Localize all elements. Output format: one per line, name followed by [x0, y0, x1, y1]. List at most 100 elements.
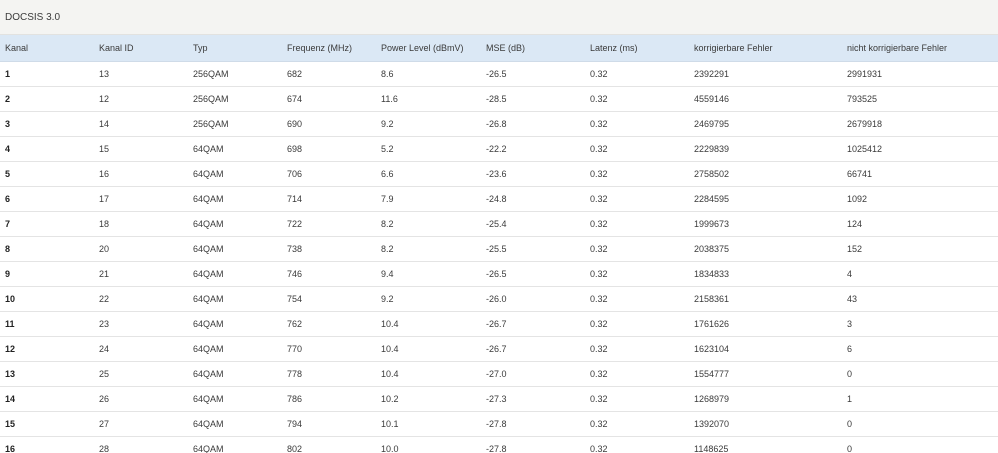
table-row: 11 23 64QAM 762 10.4 -26.7 0.32 1761626 3 — [0, 311, 998, 336]
cell-latenz: 0.32 — [590, 68, 608, 79]
cell-latenz: 0.32 — [590, 293, 608, 304]
cell-nicht-korrigierbare-fehler: 0 — [847, 443, 853, 453]
cell-typ: 256QAM — [193, 118, 229, 129]
cell-frequenz: 794 — [287, 418, 303, 429]
cell-kanal-id: 26 — [99, 393, 110, 404]
cell-kanal-id: 24 — [99, 343, 110, 354]
cell-frequenz: 682 — [287, 68, 303, 79]
cell-typ: 64QAM — [193, 218, 224, 229]
cell-korrigierbare-fehler: 1268979 — [694, 393, 730, 404]
cell-power-level: 10.0 — [381, 443, 399, 453]
cell-typ: 64QAM — [193, 168, 224, 179]
cell-kanal-id: 25 — [99, 368, 110, 379]
cell-latenz: 0.32 — [590, 368, 608, 379]
cell-power-level: 8.6 — [381, 68, 394, 79]
cell-mse: -26.7 — [486, 343, 507, 354]
cell-mse: -24.8 — [486, 193, 507, 204]
table-row: 3 14 256QAM 690 9.2 -26.8 0.32 2469795 2679918 — [0, 111, 998, 136]
cell-power-level: 9.2 — [381, 293, 394, 304]
cell-power-level: 10.4 — [381, 343, 399, 354]
cell-mse: -25.4 — [486, 218, 507, 229]
cell-mse: -25.5 — [486, 243, 507, 254]
cell-kanal-id: 14 — [99, 118, 110, 129]
cell-typ: 64QAM — [193, 443, 224, 453]
cell-latenz: 0.32 — [590, 143, 608, 154]
header-mse: MSE (dB) — [481, 35, 585, 62]
cell-kanal: 5 — [5, 168, 11, 179]
cell-nicht-korrigierbare-fehler: 2679918 — [847, 118, 883, 129]
table-row: 4 15 64QAM 698 5.2 -22.2 0.32 2229839 1025412 — [0, 136, 998, 161]
cell-korrigierbare-fehler: 4559146 — [694, 93, 730, 104]
cell-mse: -26.8 — [486, 118, 507, 129]
cell-nicht-korrigierbare-fehler: 1092 — [847, 193, 868, 204]
cell-power-level: 7.9 — [381, 193, 394, 204]
cell-korrigierbare-fehler: 1392070 — [694, 418, 730, 429]
cell-mse: -27.3 — [486, 393, 507, 404]
table-row: 14 26 64QAM 786 10.2 -27.3 0.32 1268979 1 — [0, 386, 998, 411]
table-row: 2 12 256QAM 674 11.6 -28.5 0.32 4559146 793525 — [0, 86, 998, 111]
cell-kanal: 10 — [5, 293, 16, 304]
cell-korrigierbare-fehler: 2392291 — [694, 68, 730, 79]
cell-nicht-korrigierbare-fehler: 43 — [847, 293, 858, 304]
table-row: 12 24 64QAM 770 10.4 -26.7 0.32 1623104 6 — [0, 336, 998, 361]
cell-power-level: 6.6 — [381, 168, 394, 179]
cell-kanal: 11 — [5, 318, 15, 329]
cell-kanal-id: 27 — [99, 418, 110, 429]
cell-latenz: 0.32 — [590, 193, 608, 204]
header-typ: Typ — [188, 35, 282, 62]
cell-mse: -26.5 — [486, 268, 507, 279]
cell-typ: 64QAM — [193, 368, 224, 379]
cell-frequenz: 778 — [287, 368, 303, 379]
cell-kanal: 6 — [5, 193, 11, 204]
cell-power-level: 10.1 — [381, 418, 399, 429]
cell-power-level: 11.6 — [381, 93, 398, 104]
cell-korrigierbare-fehler: 2158361 — [694, 293, 730, 304]
cell-kanal: 9 — [5, 268, 11, 279]
cell-typ: 256QAM — [193, 68, 229, 79]
cell-kanal: 15 — [5, 418, 16, 429]
header-frequenz: Frequenz (MHz) — [282, 35, 376, 62]
cell-latenz: 0.32 — [590, 418, 608, 429]
cell-latenz: 0.32 — [590, 118, 608, 129]
cell-typ: 64QAM — [193, 268, 224, 279]
cell-nicht-korrigierbare-fehler: 124 — [847, 218, 863, 229]
cell-nicht-korrigierbare-fehler: 0 — [847, 368, 853, 379]
header-latenz: Latenz (ms) — [585, 35, 689, 62]
cell-nicht-korrigierbare-fehler: 1025412 — [847, 143, 883, 154]
cell-kanal-id: 18 — [99, 218, 110, 229]
cell-korrigierbare-fehler: 2229839 — [694, 143, 730, 154]
table-row: 13 25 64QAM 778 10.4 -27.0 0.32 1554777 0 — [0, 361, 998, 386]
cell-mse: -26.5 — [486, 68, 507, 79]
cell-korrigierbare-fehler: 1623104 — [694, 343, 730, 354]
cell-typ: 64QAM — [193, 243, 224, 254]
cell-mse: -26.0 — [486, 293, 507, 304]
cell-power-level: 8.2 — [381, 243, 394, 254]
table-row: 1 13 256QAM 682 8.6 -26.5 0.32 2392291 2991931 — [0, 61, 998, 86]
cell-kanal: 2 — [5, 93, 11, 104]
cell-kanal-id: 28 — [99, 443, 110, 453]
cell-kanal-id: 17 — [99, 193, 110, 204]
cell-frequenz: 674 — [287, 93, 303, 104]
cell-kanal: 7 — [5, 218, 11, 229]
cell-frequenz: 690 — [287, 118, 303, 129]
cell-kanal-id: 16 — [99, 168, 110, 179]
cell-latenz: 0.32 — [590, 443, 608, 453]
cell-kanal: 3 — [5, 118, 11, 129]
table-header-row: Kanal Kanal ID Typ Frequenz (MHz) Power … — [0, 35, 998, 62]
cell-nicht-korrigierbare-fehler: 2991931 — [847, 68, 883, 79]
cell-typ: 64QAM — [193, 193, 224, 204]
cell-kanal: 16 — [5, 443, 16, 453]
cell-frequenz: 706 — [287, 168, 303, 179]
cell-frequenz: 746 — [287, 268, 303, 279]
cell-power-level: 10.4 — [381, 318, 399, 329]
cell-nicht-korrigierbare-fehler: 66741 — [847, 168, 873, 179]
cell-nicht-korrigierbare-fehler: 1 — [847, 393, 853, 404]
cell-kanal: 8 — [5, 243, 11, 254]
cell-typ: 64QAM — [193, 293, 224, 304]
cell-latenz: 0.32 — [590, 393, 608, 404]
cell-latenz: 0.32 — [590, 168, 608, 179]
cell-typ: 64QAM — [193, 318, 224, 329]
cell-kanal: 13 — [5, 368, 16, 379]
cell-typ: 64QAM — [193, 418, 224, 429]
table-row: 5 16 64QAM 706 6.6 -23.6 0.32 2758502 66741 — [0, 161, 998, 186]
